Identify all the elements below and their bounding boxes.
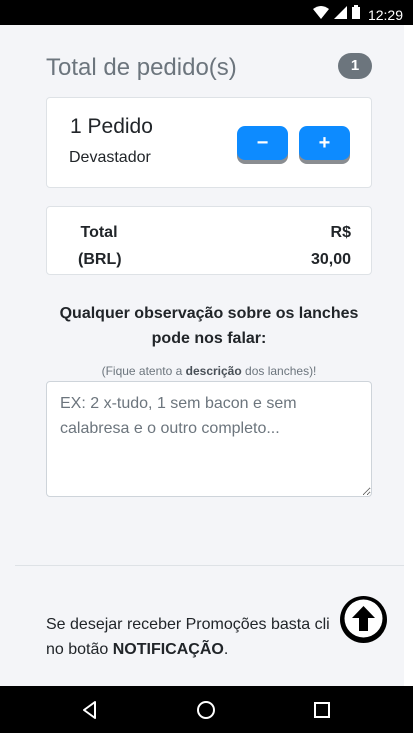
section-divider: [15, 565, 404, 566]
orders-title: Total de pedido(s): [46, 54, 237, 81]
status-bar: 12:29: [0, 0, 413, 25]
back-icon[interactable]: [78, 698, 102, 722]
total-currency: R$: [330, 224, 351, 241]
observation-textarea[interactable]: [46, 381, 372, 497]
app-screen: Total de pedido(s) 1 1 Pedido Devastador…: [0, 25, 404, 686]
promo-line2-prefix: no botão: [46, 641, 113, 658]
order-quantity: 1 Pedido: [70, 115, 153, 138]
observation-title: Qualquer observação sobre os lanches pod…: [46, 301, 372, 351]
increase-quantity-button[interactable]: +: [299, 126, 350, 160]
order-item-name: Devastador: [69, 149, 151, 166]
signal-icon: [333, 5, 347, 24]
observation-hint-prefix: (Fique atento a: [101, 364, 186, 378]
total-amount: 30,00: [310, 251, 351, 268]
promo-notification-label: NOTIFICAÇÃO: [112, 641, 224, 658]
total-label: Total (BRL): [78, 219, 122, 273]
wifi-icon: [312, 5, 329, 24]
total-label-line2: (BRL): [78, 251, 122, 268]
promo-line2-suffix: .: [223, 641, 229, 658]
promo-line2: no botão NOTIFICAÇÃO.: [46, 637, 346, 662]
status-time: 12:29: [367, 6, 403, 23]
home-icon[interactable]: [194, 698, 218, 722]
total-label-line1: Total: [80, 224, 118, 241]
observation-title-line2: pode nos falar:: [151, 330, 267, 347]
promo-line1: Se desejar receber Promoções basta cli: [46, 616, 330, 633]
order-total-card: Total (BRL) R$ 30,00: [46, 206, 372, 275]
scroll-to-top-button[interactable]: [340, 596, 387, 643]
observation-hint-bold: descrição: [185, 364, 242, 378]
total-value: R$ 30,00: [311, 219, 351, 273]
navigation-bar: [0, 686, 413, 733]
arrow-up-icon: [343, 598, 384, 642]
order-count-badge: 1: [338, 53, 372, 79]
decrease-quantity-button[interactable]: −: [237, 126, 288, 160]
scroll-edge: [404, 25, 413, 686]
observation-hint: (Fique atento a descrição dos lanches)!: [46, 364, 372, 378]
battery-icon: [351, 5, 360, 24]
recents-icon[interactable]: [310, 698, 334, 722]
status-icons: 12:29: [312, 5, 403, 24]
observation-title-line1: Qualquer observação sobre os lanches: [59, 305, 359, 322]
observation-hint-suffix: dos lanches)!: [241, 364, 317, 378]
promo-text: Se desejar receber Promoções basta cli n…: [46, 612, 346, 662]
order-item-card: 1 Pedido Devastador − +: [46, 97, 372, 188]
